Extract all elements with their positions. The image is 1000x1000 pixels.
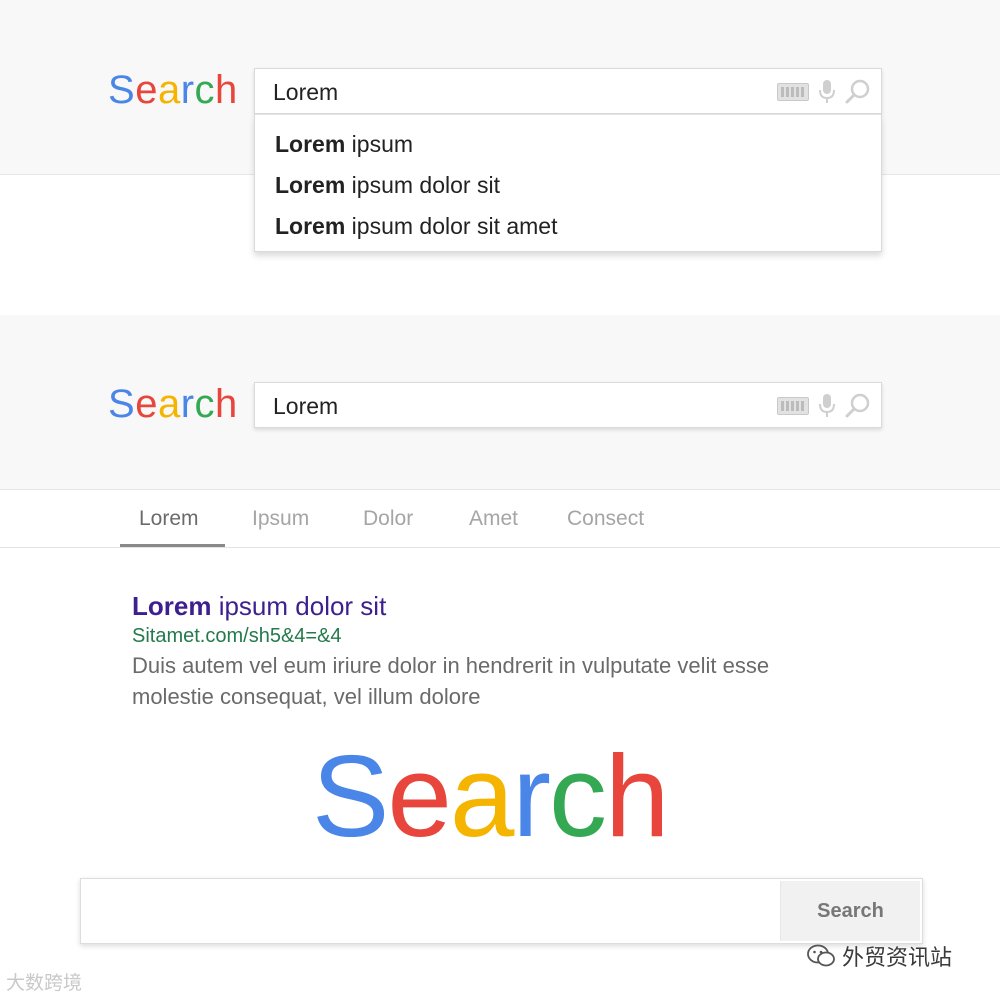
results-tab-bar: Lorem Ipsum Dolor Amet Consect [0, 490, 1000, 548]
keyboard-icon[interactable] [777, 397, 809, 415]
autocomplete-dropdown: Lorem ipsum Lorem ipsum dolor sit Lorem … [254, 114, 882, 252]
logo-letter: c [549, 731, 607, 861]
watermark-left-text: 大数跨境 [6, 973, 83, 994]
suggestion-bold: Lorem [275, 172, 346, 198]
search-input-icons [777, 79, 871, 105]
logo-letter: a [157, 382, 181, 426]
keyboard-icon[interactable] [777, 83, 809, 101]
result-snippet-line: Duis autem vel eum iriure dolor in hendr… [132, 653, 770, 678]
search-input-icons [777, 393, 871, 419]
search-result: Lorem ipsum dolor sit Sitamet.com/sh5&4=… [132, 590, 912, 712]
result-snippet-line: molestie consequat, vel illum dolore [132, 684, 481, 709]
logo-letter: r [180, 382, 195, 426]
suggestion-item[interactable]: Lorem ipsum [275, 131, 413, 158]
logo-letter: r [512, 731, 551, 861]
result-title-link[interactable]: Lorem ipsum dolor sit [132, 590, 912, 622]
suggestion-rest: ipsum [345, 131, 414, 157]
logo-letter: e [135, 68, 158, 112]
watermark-right: 外贸资讯站 [806, 940, 952, 972]
magnifier-icon[interactable] [845, 393, 871, 419]
search-query-text[interactable]: Lorem [273, 79, 338, 106]
logo-letter: S [108, 382, 136, 426]
logo-letter: c [194, 382, 216, 426]
suggestion-rest: ipsum dolor sit amet [345, 213, 558, 239]
home-search-input[interactable]: Search [80, 878, 923, 944]
logo-letter: a [449, 731, 515, 861]
suggestion-bold: Lorem [275, 213, 346, 239]
search-logo-large: Search [312, 731, 670, 861]
search-input-box[interactable]: Lorem [254, 382, 882, 428]
wechat-icon [807, 944, 835, 967]
magnifier-icon[interactable] [845, 79, 871, 105]
logo-letter: h [605, 731, 670, 861]
search-button[interactable]: Search [780, 881, 920, 941]
tab-ipsum[interactable]: Ipsum [252, 507, 309, 531]
tab-lorem[interactable]: Lorem [139, 507, 199, 531]
suggestion-bold: Lorem [275, 131, 346, 157]
logo-letter: r [180, 68, 195, 112]
microphone-icon[interactable] [817, 393, 837, 419]
logo-letter: S [312, 731, 389, 861]
tab-amet[interactable]: Amet [469, 507, 518, 531]
watermark-left: 大数跨境 [6, 968, 82, 995]
logo-letter: h [215, 68, 238, 112]
search-input-box[interactable]: Lorem [254, 68, 882, 114]
tab-consect[interactable]: Consect [567, 507, 644, 531]
logo-letter: a [157, 68, 181, 112]
search-logo-small[interactable]: Search [108, 384, 238, 424]
logo-letter: S [108, 68, 136, 112]
result-url[interactable]: Sitamet.com/sh5&4=&4 [132, 622, 912, 650]
suggestion-item[interactable]: Lorem ipsum dolor sit amet [275, 213, 558, 240]
logo-letter: h [215, 382, 238, 426]
search-logo-small[interactable]: Search [108, 70, 238, 110]
watermark-right-text: 外贸资讯站 [842, 945, 953, 970]
logo-letter: e [387, 731, 452, 861]
tab-dolor[interactable]: Dolor [363, 507, 413, 531]
result-title-bold: Lorem [132, 591, 212, 621]
microphone-icon[interactable] [817, 79, 837, 105]
suggestion-rest: ipsum dolor sit [345, 172, 500, 198]
result-title-rest: ipsum dolor sit [211, 591, 387, 621]
suggestion-item[interactable]: Lorem ipsum dolor sit [275, 172, 500, 199]
logo-letter: e [135, 382, 158, 426]
active-tab-indicator [120, 544, 225, 547]
logo-letter: c [194, 68, 216, 112]
search-query-text[interactable]: Lorem [273, 393, 338, 420]
